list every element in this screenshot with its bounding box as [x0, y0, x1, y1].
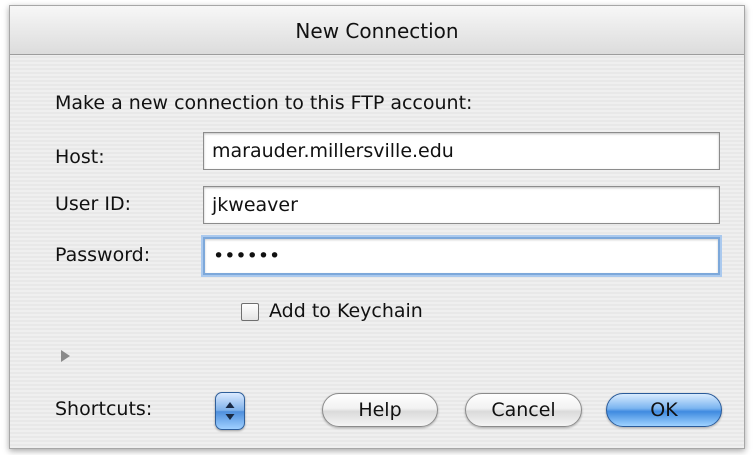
dialog-prompt: Make a new connection to this FTP accoun… [55, 92, 473, 114]
host-field[interactable]: marauder.millersville.edu [203, 132, 720, 170]
user-id-field[interactable]: jkweaver [203, 186, 720, 224]
title-bar[interactable]: New Connection [10, 6, 744, 55]
disclosure-triangle-icon[interactable] [61, 350, 70, 362]
keychain-checkbox-label[interactable]: Add to Keychain [269, 300, 423, 322]
password-label: Password: [55, 244, 151, 266]
password-field[interactable]: •••••• [203, 237, 720, 275]
user-id-label: User ID: [55, 193, 131, 215]
host-label: Host: [55, 146, 105, 168]
shortcuts-label: Shortcuts: [55, 398, 153, 420]
keychain-checkbox[interactable] [241, 303, 259, 321]
cancel-button[interactable]: Cancel [465, 393, 582, 427]
popup-arrows-icon [225, 402, 235, 420]
dialog-title: New Connection [295, 19, 459, 43]
ok-button[interactable]: OK [606, 393, 722, 427]
shortcuts-popup-button[interactable] [215, 392, 245, 430]
new-connection-dialog: New Connection Make a new connection to … [9, 5, 745, 449]
help-button[interactable]: Help [322, 393, 438, 427]
